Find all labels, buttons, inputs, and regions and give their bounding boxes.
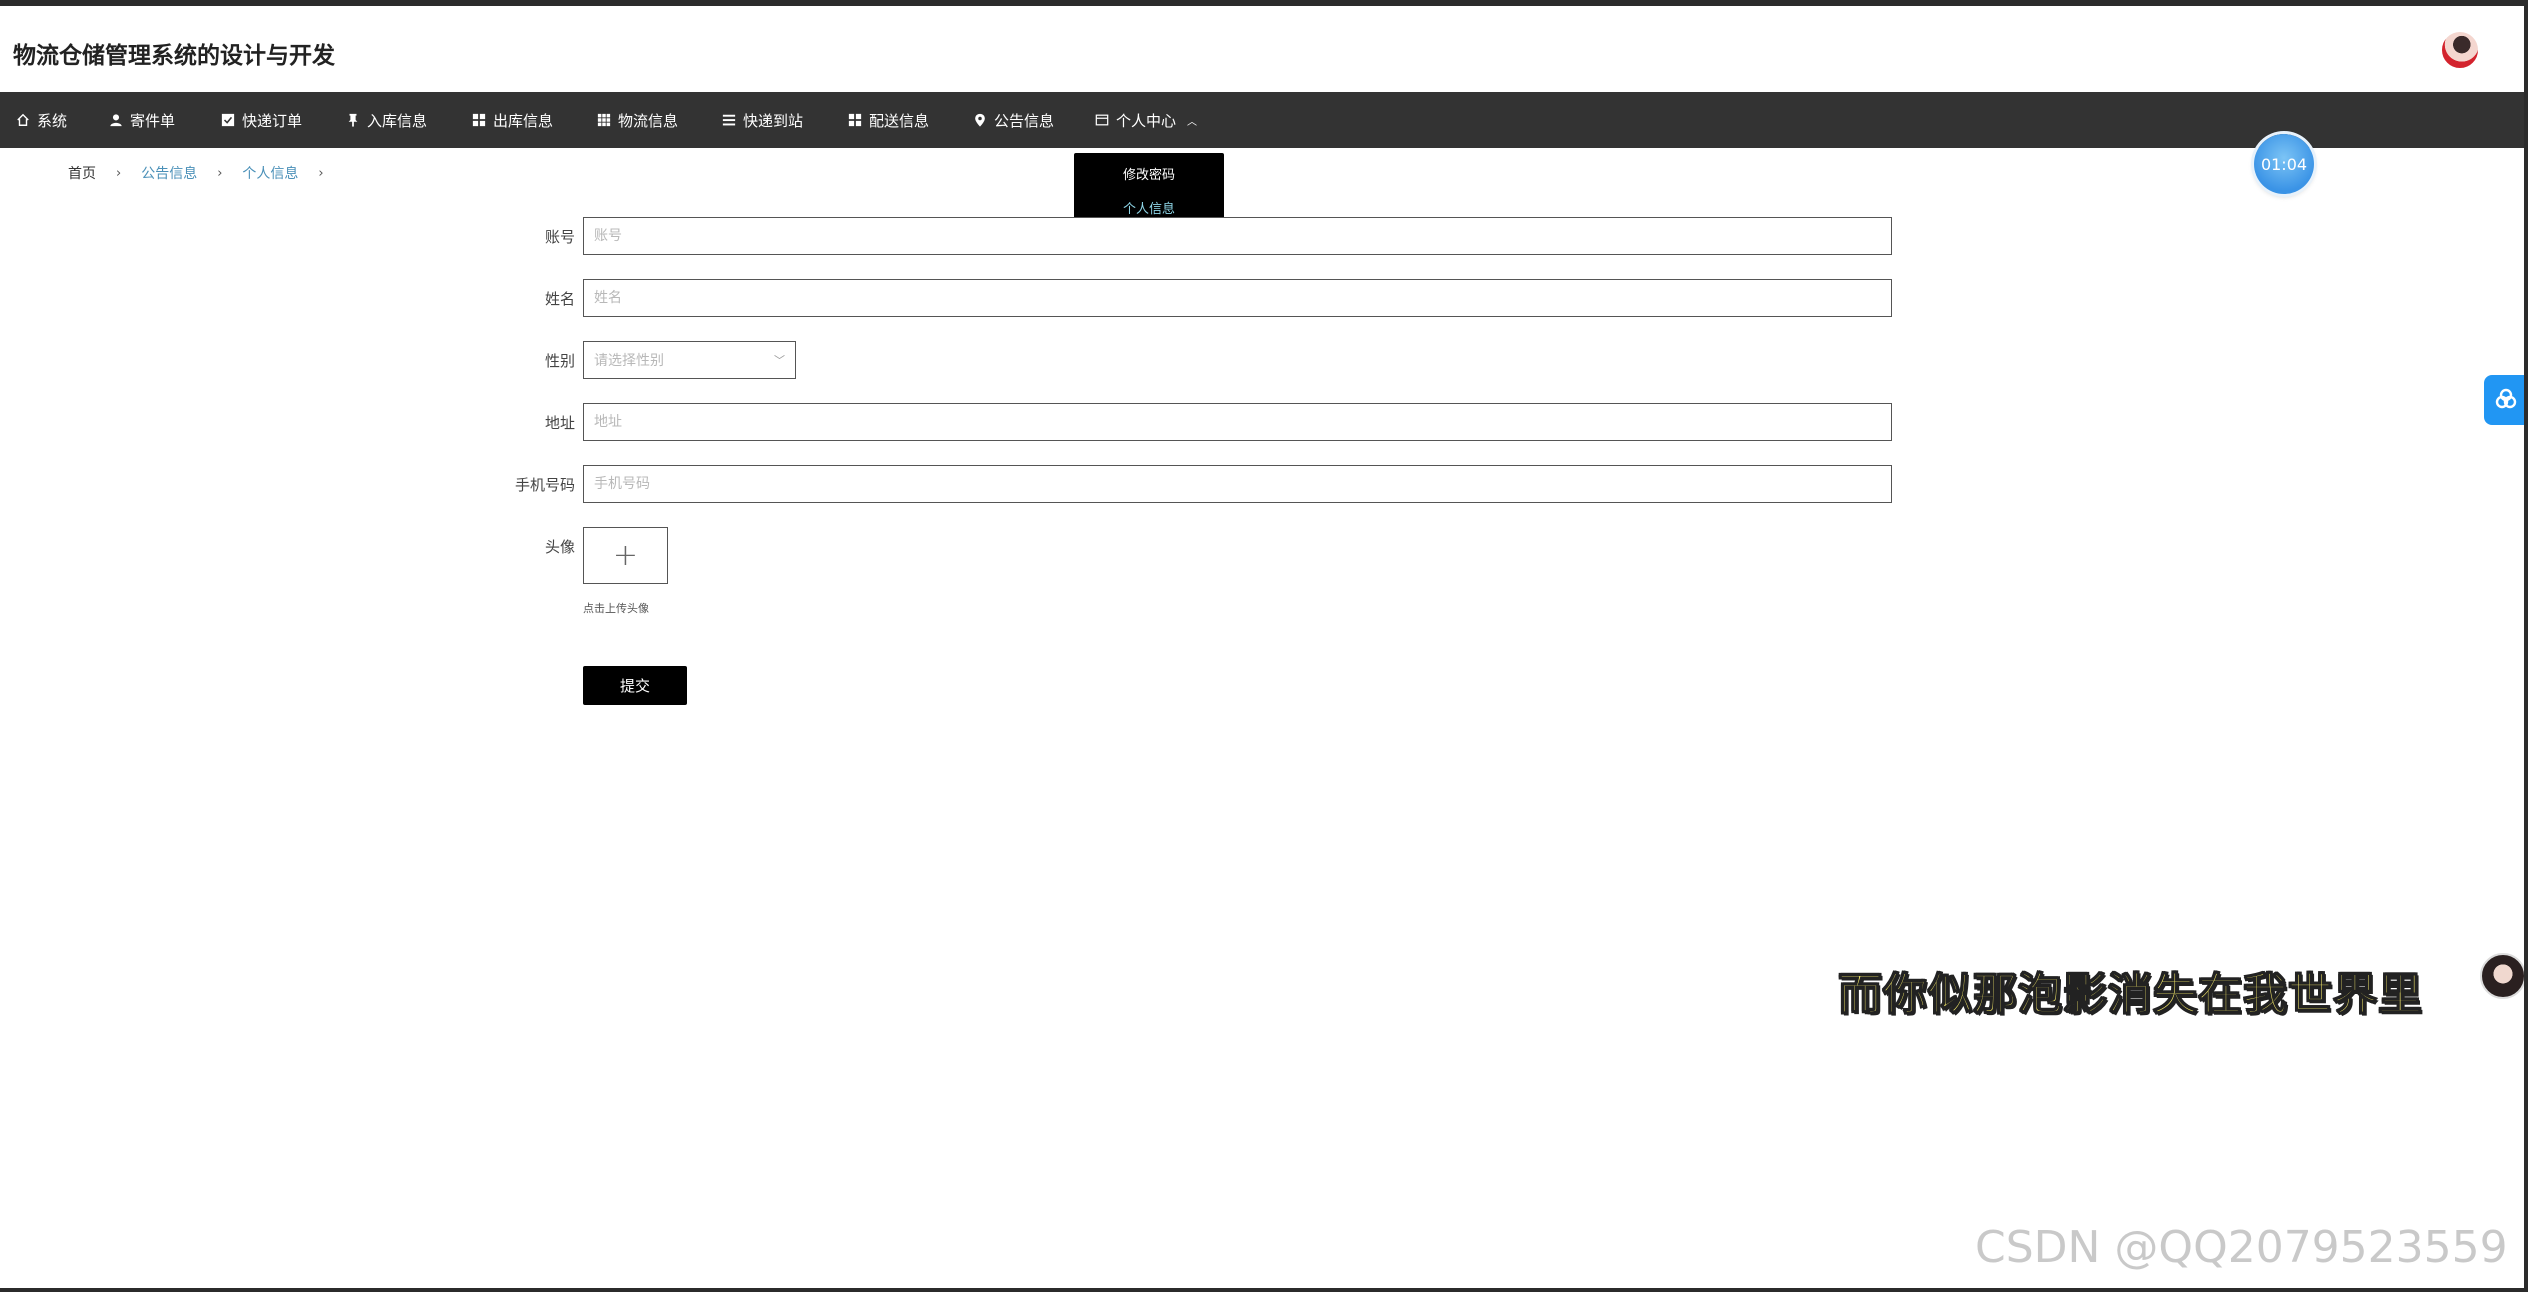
site-title: 物流仓储管理系统的设计与开发 xyxy=(13,43,335,69)
nav-label: 入库信息 xyxy=(367,111,428,130)
name-input[interactable] xyxy=(583,279,1892,317)
watermark: CSDN @QQ2079523559 xyxy=(1975,1222,2508,1273)
breadcrumb-personal-info[interactable]: 个人信息 xyxy=(242,163,298,183)
cloud-link-icon xyxy=(2495,388,2517,409)
nav-label: 配送信息 xyxy=(869,111,930,130)
floating-avatar[interactable] xyxy=(2480,953,2526,999)
nav-label: 物流信息 xyxy=(618,111,679,130)
list-icon xyxy=(722,113,736,127)
thumbtack-icon xyxy=(346,113,360,127)
chevron-up-icon: ︿ xyxy=(1187,116,1198,128)
nav-label: 公告信息 xyxy=(994,111,1055,130)
nav-item-profile-center[interactable]: 个人中心 ︿ xyxy=(1095,92,1197,148)
account-label: 账号 xyxy=(544,228,575,246)
breadcrumb: 首页 › 公告信息 › 个人信息 › xyxy=(68,163,344,183)
nav-label: 快递到站 xyxy=(743,111,804,130)
avatar-upload-hint: 点击上传头像 xyxy=(583,602,649,615)
phone-input[interactable] xyxy=(583,465,1892,503)
breadcrumb-separator: › xyxy=(217,165,223,181)
avatar-upload-button[interactable]: + xyxy=(583,527,668,584)
nav-label: 寄件单 xyxy=(130,111,176,130)
gender-label: 性别 xyxy=(544,352,575,370)
window-icon xyxy=(1095,113,1109,127)
address-label: 地址 xyxy=(544,414,575,432)
user-icon xyxy=(109,113,123,127)
nav-item-arrival[interactable]: 快递到站 xyxy=(722,92,803,148)
submit-button[interactable]: 提交 xyxy=(583,666,687,705)
lyric-subtitle: 而你似那泡影消失在我世界里 xyxy=(1837,968,2423,1021)
dropdown-item-change-password[interactable]: 修改密码 xyxy=(1074,164,1224,183)
address-input[interactable] xyxy=(583,403,1892,441)
nav-label: 出库信息 xyxy=(493,111,554,130)
header: 物流仓储管理系统的设计与开发 xyxy=(0,6,2528,92)
dropdown-item-personal-info[interactable]: 个人信息 xyxy=(1074,198,1224,217)
nav-label: 快递订单 xyxy=(242,111,303,130)
nav-item-delivery[interactable]: 配送信息 xyxy=(848,92,929,148)
grid-icon xyxy=(848,113,862,127)
avatar-label: 头像 xyxy=(544,538,575,556)
breadcrumb-separator: › xyxy=(116,165,122,181)
grid-icon xyxy=(472,113,486,127)
gender-select-placeholder: 请选择性别 xyxy=(594,353,664,369)
checkbox-icon xyxy=(221,113,235,127)
window-right-border xyxy=(2524,0,2528,1292)
breadcrumb-home[interactable]: 首页 xyxy=(68,163,96,183)
timer-badge[interactable]: 01:04 xyxy=(2254,134,2314,194)
window-bottom-border xyxy=(0,1288,2528,1292)
apps-icon xyxy=(597,113,611,127)
nav-item-notices[interactable]: 公告信息 xyxy=(973,92,1054,148)
floating-assistant-button[interactable] xyxy=(2484,375,2528,425)
nav-item-system[interactable]: 系统 xyxy=(16,92,67,148)
nav-item-outbound[interactable]: 出库信息 xyxy=(472,92,553,148)
chevron-down-icon: ﹀ xyxy=(774,354,785,367)
breadcrumb-separator: › xyxy=(318,165,324,181)
nav-item-orders[interactable]: 快递订单 xyxy=(221,92,302,148)
user-avatar[interactable] xyxy=(2440,30,2480,70)
phone-label: 手机号码 xyxy=(514,476,575,494)
nav-label: 系统 xyxy=(37,111,68,130)
location-icon xyxy=(973,113,987,127)
nav-item-shipment[interactable]: 寄件单 xyxy=(109,92,175,148)
navbar: 系统 寄件单 快递订单 入库信息 出库信息 物流信息 快递到站 配送信息 公告信… xyxy=(0,92,2528,148)
breadcrumb-notices[interactable]: 公告信息 xyxy=(141,163,197,183)
nav-item-logistics[interactable]: 物流信息 xyxy=(597,92,678,148)
name-label: 姓名 xyxy=(544,290,575,308)
account-input[interactable] xyxy=(583,217,1892,255)
home-icon xyxy=(16,113,30,127)
nav-label: 个人中心 xyxy=(1116,111,1177,130)
nav-item-inbound[interactable]: 入库信息 xyxy=(346,92,427,148)
gender-select[interactable]: 请选择性别 ﹀ xyxy=(583,341,796,379)
plus-icon: + xyxy=(612,537,639,573)
